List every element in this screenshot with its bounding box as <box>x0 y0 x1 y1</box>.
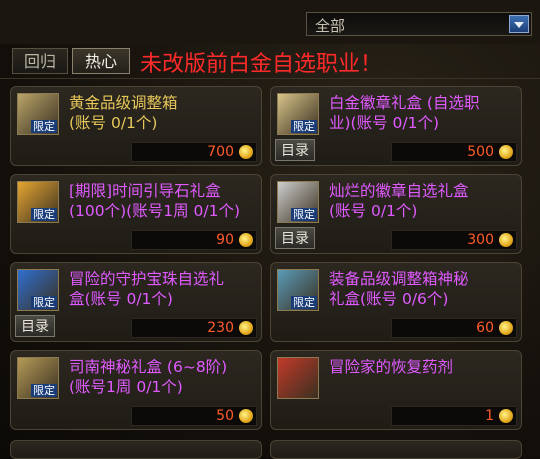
tab-enthusiasm[interactable]: 热心 <box>72 48 130 74</box>
item-name: 冒险家的恢复药剂 <box>329 358 454 376</box>
shop-item-card[interactable]: 限定 冒险的守护宝珠自选礼 盒(账号 0/1个) 目录 230 <box>10 262 262 342</box>
filter-value: 全部 <box>315 17 346 35</box>
price-value: 500 <box>467 144 494 160</box>
item-icon[interactable]: 限定 <box>17 357 59 399</box>
price-value: 50 <box>216 408 234 424</box>
item-icon[interactable] <box>277 357 319 399</box>
item-icon[interactable]: 限定 <box>17 93 59 135</box>
price-value: 230 <box>207 320 234 336</box>
limited-badge: 限定 <box>291 120 317 133</box>
item-icon[interactable]: 限定 <box>17 269 59 311</box>
limited-badge: 限定 <box>31 296 57 309</box>
price-box: 230 <box>131 318 257 338</box>
item-icon[interactable]: 限定 <box>277 181 319 223</box>
price-value: 60 <box>476 320 494 336</box>
limited-badge: 限定 <box>31 208 57 221</box>
chevron-down-icon[interactable] <box>509 15 529 33</box>
item-name: 灿烂的徽章自选礼盒 (账号 0/1个) <box>329 182 469 220</box>
item-icon[interactable]: 限定 <box>17 181 59 223</box>
price-box: 500 <box>391 142 517 162</box>
catalog-button[interactable]: 目录 <box>15 315 55 337</box>
limited-badge: 限定 <box>291 296 317 309</box>
item-name: 司南神秘礼盒 (6~8阶) (账号1周 0/1个) <box>69 358 228 396</box>
coin-icon <box>499 321 513 335</box>
shop-item-card-empty <box>270 440 522 459</box>
price-value: 1 <box>485 408 494 424</box>
divider <box>0 78 540 79</box>
shop-item-card[interactable]: 限定 司南神秘礼盒 (6~8阶) (账号1周 0/1个) 50 <box>10 350 262 430</box>
shop-item-card-empty <box>10 440 262 459</box>
shop-item-card[interactable]: 限定 [期限]时间引导石礼盒 (100个)(账号1周 0/1个) 90 <box>10 174 262 254</box>
shop-item-card[interactable]: 限定 黄金品级调整箱 (账号 0/1个) 700 <box>10 86 262 166</box>
coin-icon <box>239 145 253 159</box>
notice-text: 未改版前白金自选职业！ <box>140 52 383 77</box>
coin-icon <box>499 409 513 423</box>
shop-item-card[interactable]: 限定 装备品级调整箱神秘 礼盒(账号 0/6个) 60 <box>270 262 522 342</box>
item-icon[interactable]: 限定 <box>277 269 319 311</box>
item-name: 冒险的守护宝珠自选礼 盒(账号 0/1个) <box>69 270 225 308</box>
item-name: 白金徽章礼盒 (自选职 业)(账号 0/1个) <box>329 94 480 132</box>
limited-badge: 限定 <box>31 120 57 133</box>
price-box: 1 <box>391 406 517 426</box>
price-box: 60 <box>391 318 517 338</box>
catalog-button[interactable]: 目录 <box>275 139 315 161</box>
coin-icon <box>499 233 513 247</box>
coin-icon <box>499 145 513 159</box>
shop-item-card[interactable]: 冒险家的恢复药剂 1 <box>270 350 522 430</box>
item-name: 黄金品级调整箱 (账号 0/1个) <box>69 94 178 132</box>
price-box: 700 <box>131 142 257 162</box>
item-name: [期限]时间引导石礼盒 (100个)(账号1周 0/1个) <box>69 182 241 220</box>
item-name: 装备品级调整箱神秘 礼盒(账号 0/6个) <box>329 270 469 308</box>
coin-icon <box>239 233 253 247</box>
limited-badge: 限定 <box>31 384 57 397</box>
tab-return[interactable]: 回归 <box>12 48 68 74</box>
shop-item-card[interactable]: 限定 灿烂的徽章自选礼盒 (账号 0/1个) 目录 300 <box>270 174 522 254</box>
price-box: 90 <box>131 230 257 250</box>
coin-icon <box>239 409 253 423</box>
price-value: 90 <box>216 232 234 248</box>
price-value: 300 <box>467 232 494 248</box>
price-box: 50 <box>131 406 257 426</box>
item-icon[interactable]: 限定 <box>277 93 319 135</box>
coin-icon <box>239 321 253 335</box>
limited-badge: 限定 <box>291 208 317 221</box>
price-value: 700 <box>207 144 234 160</box>
price-box: 300 <box>391 230 517 250</box>
shop-item-card[interactable]: 限定 白金徽章礼盒 (自选职 业)(账号 0/1个) 目录 500 <box>270 86 522 166</box>
filter-dropdown[interactable]: 全部 <box>306 12 532 36</box>
catalog-button[interactable]: 目录 <box>275 227 315 249</box>
